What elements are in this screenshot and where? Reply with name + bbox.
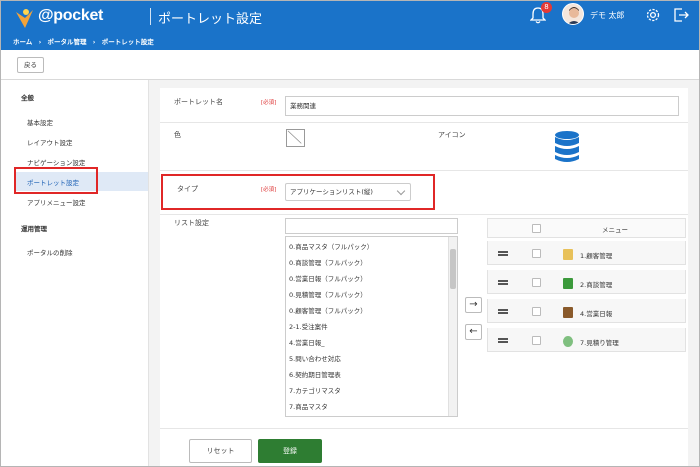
window-border [0,0,700,467]
